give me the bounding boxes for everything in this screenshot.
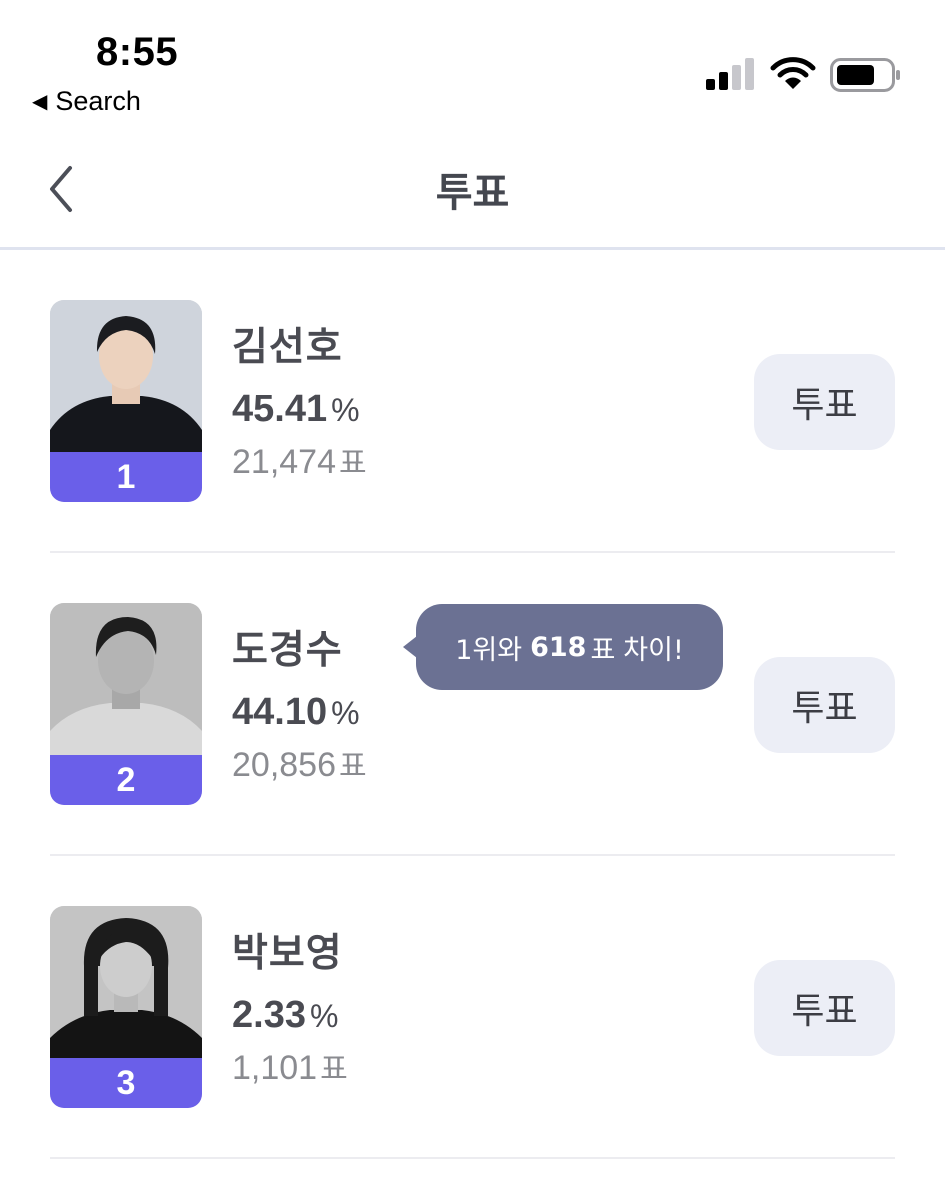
back-triangle-icon: ◀ [32,90,48,113]
rank-badge: 2 [50,755,202,805]
back-to-search-link[interactable]: ◀ Search [32,86,141,117]
row-divider [50,1157,895,1159]
votes-value: 20,856 [232,746,336,784]
tooltip-diff: 618 [530,631,587,663]
tooltip-prefix: 1위와 [455,634,523,666]
candidate-name: 도경수 [232,628,343,673]
candidate-photo [50,603,202,755]
vote-percentage: 45.41% [232,388,360,431]
cellular-signal-icon [706,58,754,90]
vote-button[interactable]: 투표 [754,354,895,450]
vote-percentage: 2.33% [232,994,338,1037]
status-bar: 8:55 ◀ Search [0,0,945,130]
percent-unit: % [309,998,339,1034]
vote-gap-tooltip: 1위와 618 표 차이! [403,604,723,690]
candidate-photo [50,300,202,452]
nav-bar: 투표 [0,130,945,250]
percent-value: 45.41 [232,388,328,430]
vote-button[interactable]: 투표 [754,657,895,753]
status-time: 8:55 [96,30,179,74]
vote-count: 20,856 표 [232,741,367,785]
candidate-row: 1 김선호 45.41% 21,474 표 투표 [0,250,945,553]
candidate-row: 3 박보영 2.33% 1,101 표 투표 [0,856,945,1159]
vote-button[interactable]: 투표 [754,960,895,1056]
rank-badge: 3 [50,1058,202,1108]
candidate-photo [50,906,202,1058]
vote-count: 21,474 표 [232,438,367,482]
percent-unit: % [331,695,360,731]
battery-icon [830,58,900,92]
votes-unit: 표 [320,1052,348,1087]
votes-value: 21,474 [232,443,336,481]
candidate-avatar: 2 [50,603,202,805]
candidate-avatar: 3 [50,906,202,1108]
candidate-row: 2 도경수 44.10% 20,856 표 투표 [0,553,945,856]
vote-count: 1,101 표 [232,1044,348,1088]
back-to-search-label: Search [55,86,141,116]
candidate-name: 박보영 [232,931,343,976]
tooltip-suffix: 차이! [623,634,684,666]
vote-screen: 8:55 ◀ Search 투표 1 김선호 45.41 % 21,474 표 … [0,0,945,1200]
vote-percentage: 44.10% [232,691,360,734]
percent-value: 44.10 [232,691,328,733]
tooltip-unit: 표 [590,634,616,666]
votes-unit: 표 [339,446,367,481]
votes-value: 1,101 [232,1049,318,1087]
votes-unit: 표 [339,749,367,784]
rank-badge: 1 [50,452,202,502]
wifi-icon [770,57,816,89]
candidate-avatar: 1 [50,300,202,502]
tooltip-arrow [403,636,417,658]
percent-value: 2.33 [232,994,306,1036]
candidate-name: 김선호 [232,325,343,370]
percent-unit: % [331,392,360,428]
page-title: 투표 [435,170,510,216]
